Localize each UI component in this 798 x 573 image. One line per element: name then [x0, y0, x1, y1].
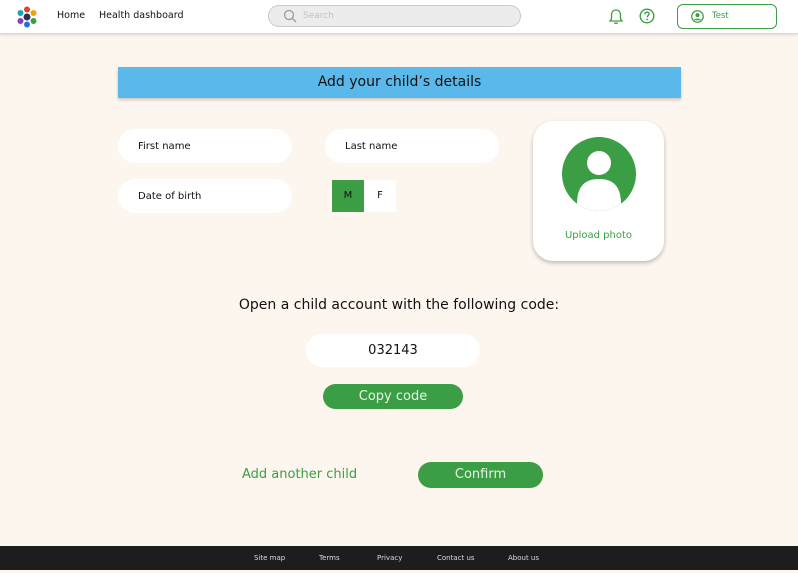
app-logo-icon[interactable]	[16, 6, 38, 28]
nav-home-link[interactable]: Home	[57, 10, 85, 21]
search-bar[interactable]	[268, 5, 521, 27]
help-icon[interactable]	[639, 8, 655, 24]
footer-link-privacy[interactable]: Privacy	[377, 554, 402, 562]
top-navbar: Home Health dashboard Test	[0, 0, 798, 34]
nav-health-dashboard-link[interactable]: Health dashboard	[99, 10, 183, 21]
upload-photo-card[interactable]: Upload photo	[533, 121, 664, 261]
date-of-birth-input[interactable]	[118, 179, 292, 213]
user-name-label: Test	[712, 11, 729, 21]
gender-option-female[interactable]: F	[364, 180, 396, 212]
footer-link-contact-us[interactable]: Contact us	[437, 554, 475, 562]
user-avatar-icon	[691, 10, 704, 23]
search-icon	[283, 9, 297, 23]
last-name-input[interactable]	[325, 129, 499, 163]
footer: Site map Terms Privacy Contact us About …	[0, 546, 798, 570]
footer-link-terms[interactable]: Terms	[319, 554, 340, 562]
child-account-code: 032143	[306, 334, 480, 367]
search-input[interactable]	[303, 8, 503, 24]
first-name-input[interactable]	[118, 129, 292, 163]
add-another-child-link[interactable]: Add another child	[242, 467, 357, 482]
copy-code-button[interactable]: Copy code	[323, 384, 463, 409]
footer-link-about-us[interactable]: About us	[508, 554, 539, 562]
footer-link-site-map[interactable]: Site map	[254, 554, 285, 562]
page-title: Add your child’s details	[118, 67, 681, 98]
profile-placeholder-icon	[562, 137, 636, 211]
upload-photo-label: Upload photo	[564, 230, 633, 241]
bell-icon[interactable]	[608, 8, 624, 25]
user-account-button[interactable]: Test	[677, 4, 777, 29]
child-code-heading: Open a child account with the following …	[238, 297, 560, 313]
confirm-button[interactable]: Confirm	[418, 462, 543, 488]
gender-option-male[interactable]: M	[332, 180, 364, 212]
